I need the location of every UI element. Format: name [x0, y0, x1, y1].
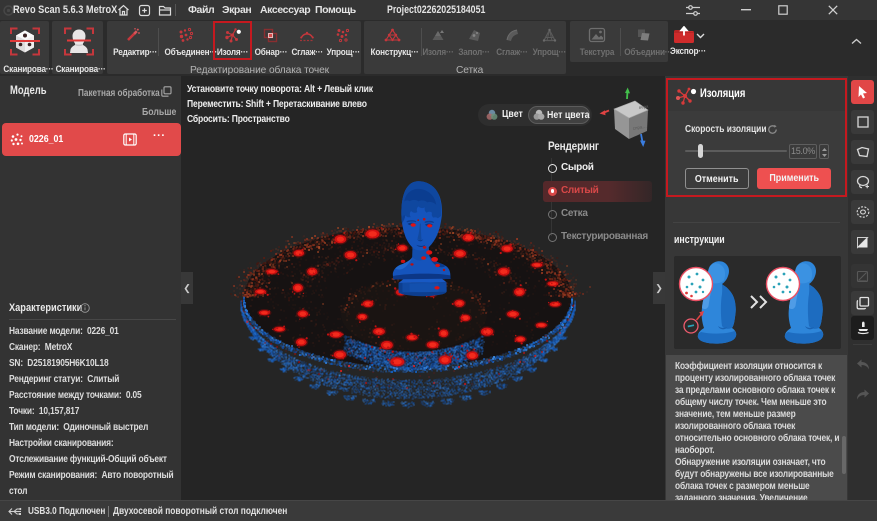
svg-text:верх: верх	[638, 104, 649, 110]
